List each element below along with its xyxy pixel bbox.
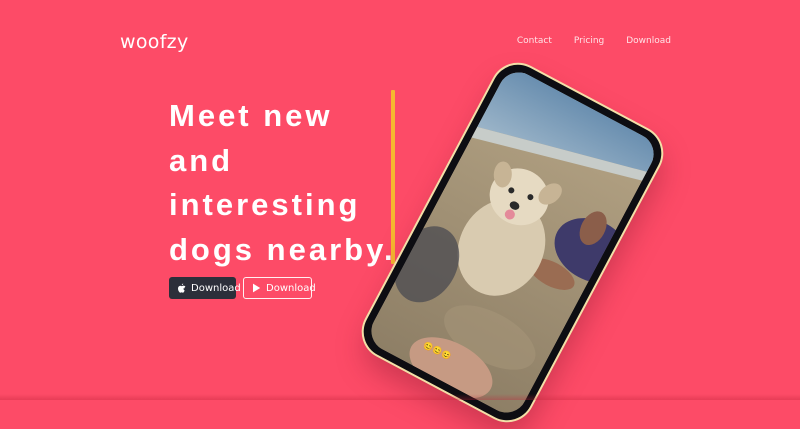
dog-photo [364,65,661,420]
brand-logo[interactable]: woofzy [120,31,189,53]
nav-download[interactable]: Download [626,36,671,46]
headline-line: dogs nearby. [169,231,396,267]
phone-mockup: 😊😊😊 [354,55,671,429]
bottom-shadow [0,394,800,400]
top-nav: Contact Pricing Download [517,36,671,46]
headline-line: interesting [169,187,361,222]
hero-headline: Meet new and interesting dogs nearby. [169,94,396,272]
headline-line: and [169,142,234,178]
apple-icon [177,283,186,293]
play-store-icon [252,283,261,293]
phone-screen: 😊😊😊 [364,65,661,420]
play-store-button-label: Download [266,282,316,294]
nav-contact[interactable]: Contact [517,36,552,46]
play-store-download-button[interactable]: Download [243,277,316,299]
headline-line: Meet new [169,98,333,133]
accent-divider [391,90,395,264]
app-store-button-label: Download [191,282,241,294]
app-store-download-button[interactable]: Download [169,277,241,299]
nav-pricing[interactable]: Pricing [574,36,604,46]
